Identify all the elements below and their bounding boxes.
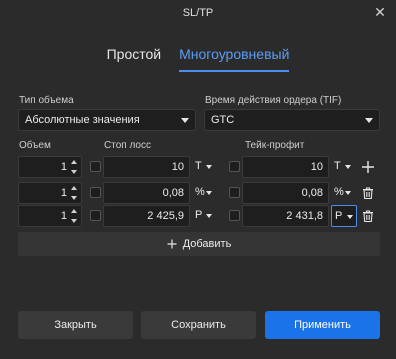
take-profit-unit-select[interactable]: T	[331, 156, 354, 178]
add-level-button[interactable]: Добавить	[18, 232, 380, 256]
stepper-icon[interactable]	[70, 206, 78, 226]
unit-value: P	[195, 209, 203, 221]
volume-type-value: Абсолютные значения	[25, 114, 140, 126]
tif-select[interactable]: GTC	[204, 109, 380, 131]
chevron-down-icon	[345, 191, 351, 195]
stepper-icon[interactable]	[70, 157, 78, 177]
stop-loss-unit-select[interactable]: T	[192, 156, 215, 178]
unit-value: T	[334, 160, 341, 172]
stop-loss-unit-select[interactable]: %	[192, 182, 215, 204]
apply-button[interactable]: Применить	[265, 311, 380, 339]
plus-icon	[167, 239, 177, 249]
tif-value: GTC	[211, 114, 235, 126]
tab-multilevel[interactable]: Многоуровневый	[179, 46, 290, 72]
close-button[interactable]: Закрыть	[18, 311, 133, 339]
unit-value: T	[195, 160, 202, 172]
stop-loss-input[interactable]: 2 425,9	[103, 205, 190, 227]
chevron-down-icon	[345, 165, 351, 169]
take-profit-input[interactable]: 2 431,8	[242, 205, 329, 227]
unit-value: %	[334, 186, 344, 198]
take-profit-checkbox[interactable]	[229, 210, 240, 221]
save-button[interactable]: Сохранить	[141, 311, 256, 339]
stop-loss-unit-select[interactable]: P	[192, 205, 215, 227]
trash-icon[interactable]	[361, 209, 375, 223]
plus-icon[interactable]	[361, 160, 375, 174]
volume-type-label: Тип объема	[19, 95, 74, 106]
stop-loss-column-label: Стоп лосс	[104, 140, 151, 151]
unit-value: %	[195, 186, 205, 198]
stop-loss-input[interactable]: 10	[103, 156, 190, 178]
chevron-down-icon	[347, 215, 353, 219]
tab-simple[interactable]: Простой	[107, 46, 162, 72]
unit-value: P	[335, 210, 343, 222]
chevron-down-icon	[206, 191, 212, 195]
take-profit-input[interactable]: 0,08	[242, 182, 329, 204]
stop-loss-input[interactable]: 0,08	[103, 182, 190, 204]
close-icon[interactable]: ✕	[373, 5, 387, 19]
tif-label: Время действия ордера (TIF)	[205, 95, 342, 106]
chevron-down-icon	[206, 214, 212, 218]
take-profit-unit-select[interactable]: P	[331, 205, 357, 227]
trash-icon[interactable]	[361, 186, 375, 200]
chevron-down-icon	[365, 118, 373, 123]
chevron-down-icon	[181, 118, 189, 123]
take-profit-column-label: Тейк-профит	[245, 140, 305, 151]
volume-column-label: Объем	[19, 140, 51, 151]
stop-loss-checkbox[interactable]	[90, 187, 101, 198]
stepper-icon[interactable]	[70, 183, 78, 203]
mode-tabs: Простой Многоуровневый	[0, 46, 396, 72]
take-profit-checkbox[interactable]	[229, 161, 240, 172]
take-profit-unit-select[interactable]: %	[331, 182, 354, 204]
chevron-down-icon	[206, 165, 212, 169]
dialog-title: SL/TP	[182, 7, 214, 19]
take-profit-checkbox[interactable]	[229, 187, 240, 198]
stop-loss-checkbox[interactable]	[90, 161, 101, 172]
take-profit-input[interactable]: 10	[242, 156, 329, 178]
add-level-label: Добавить	[182, 238, 232, 250]
volume-type-select[interactable]: Абсолютные значения	[18, 109, 196, 131]
stop-loss-checkbox[interactable]	[90, 210, 101, 221]
